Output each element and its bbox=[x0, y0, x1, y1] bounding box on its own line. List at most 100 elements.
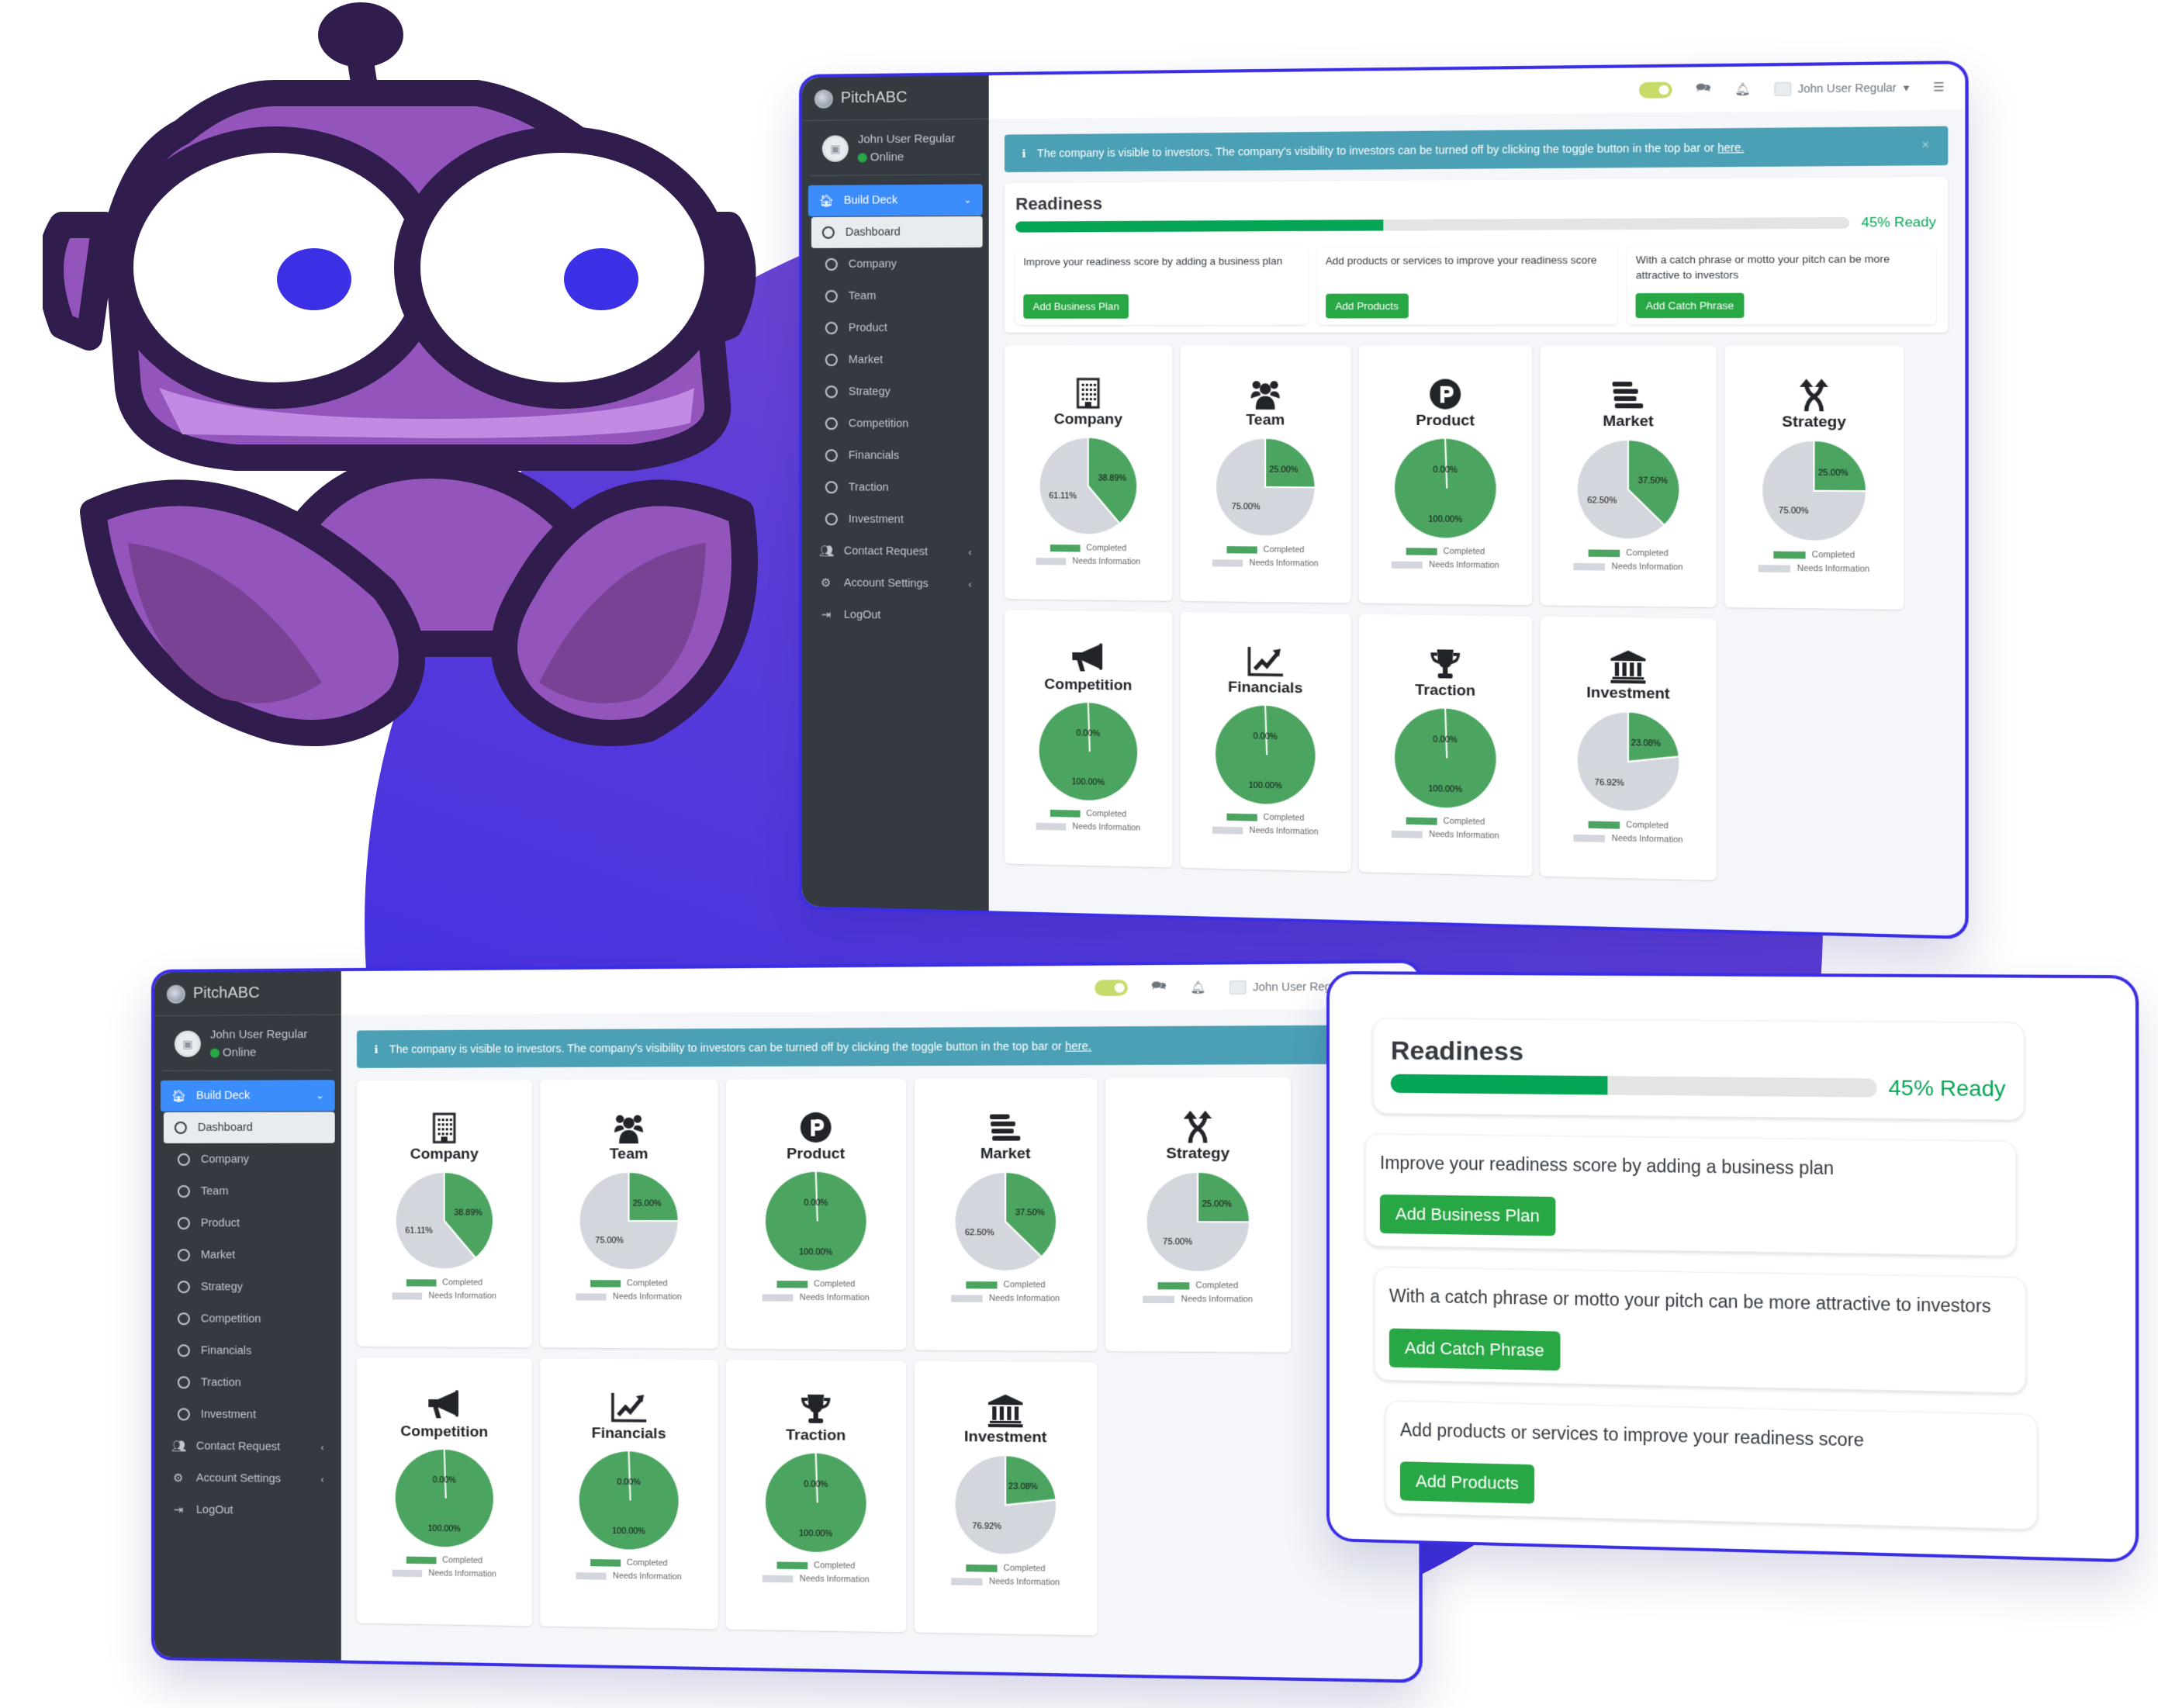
section-card-company[interactable]: Company 38.89% 61.11% Completed Needs Inform… bbox=[1004, 345, 1173, 601]
section-card-traction[interactable]: Traction 0.00% 100.00% Completed Needs Infor… bbox=[725, 1360, 907, 1633]
sidebar-item-contact-request[interactable]: 👥︎ Contact Request ‹ bbox=[161, 1430, 335, 1463]
chat-icon[interactable]: 🗪 bbox=[1151, 977, 1167, 997]
close-icon[interactable]: × bbox=[1921, 139, 1929, 154]
legend-item[interactable]: Needs Information bbox=[392, 1568, 496, 1579]
section-card-investment[interactable]: Investment 23.08% 76.92% Completed Needs Inf… bbox=[914, 1361, 1098, 1636]
sidebar-item-market[interactable]: Market bbox=[808, 344, 983, 375]
legend-item[interactable]: Completed bbox=[406, 1555, 482, 1565]
legend-item[interactable]: Completed bbox=[965, 1563, 1046, 1574]
bell-icon[interactable]: 🔔︎ bbox=[1190, 980, 1205, 994]
legend-item[interactable]: Needs Information bbox=[1036, 821, 1140, 833]
sidebar-item-team[interactable]: Team bbox=[808, 280, 983, 312]
sidebar-item-strategy[interactable]: Strategy bbox=[808, 376, 983, 408]
legend-item[interactable]: Needs Information bbox=[762, 1292, 870, 1302]
section-card-competition[interactable]: Competition 0.00% 100.00% Completed Needs In… bbox=[357, 1357, 533, 1627]
sidebar-item-market[interactable]: Market bbox=[161, 1240, 335, 1271]
section-card-strategy[interactable]: Strategy 25.00% 75.00% Completed Needs Infor… bbox=[1724, 345, 1904, 610]
sidebar-item-investment[interactable]: Investment bbox=[161, 1399, 335, 1431]
add-business-plan-button[interactable]: Add Business Plan bbox=[1379, 1195, 1556, 1236]
legend-item[interactable]: Completed bbox=[590, 1278, 668, 1288]
legend-item[interactable]: Completed bbox=[965, 1280, 1046, 1290]
legend-item[interactable]: Completed bbox=[590, 1558, 668, 1568]
legend-item[interactable]: Completed bbox=[1588, 819, 1669, 831]
legend-item[interactable]: Completed bbox=[1157, 1281, 1238, 1291]
sidebar-item-competition[interactable]: Competition bbox=[161, 1303, 335, 1335]
section-card-financials[interactable]: Financials 0.00% 100.00% Completed Needs Inf… bbox=[1180, 612, 1351, 872]
section-card-product[interactable]: Product 0.00% 100.00% Completed Needs Inform… bbox=[1358, 345, 1533, 606]
sidebar-item-product[interactable]: Product bbox=[808, 313, 983, 344]
section-card-team[interactable]: Team 25.00% 75.00% Completed Needs Informati… bbox=[1180, 345, 1351, 603]
sidebar-item-financials[interactable]: Financials bbox=[161, 1335, 335, 1367]
sidebar-item-traction[interactable]: Traction bbox=[808, 472, 983, 504]
chat-icon[interactable]: 🗪 bbox=[1696, 79, 1711, 99]
add-business-plan-button[interactable]: Add Business Plan bbox=[1023, 294, 1129, 319]
sidebar-item-logout[interactable]: ⇥ LogOut bbox=[808, 599, 983, 632]
legend-item[interactable]: Completed bbox=[1050, 808, 1126, 819]
sidebar-item-company[interactable]: Company bbox=[808, 248, 983, 280]
legend-item[interactable]: Needs Information bbox=[1143, 1295, 1253, 1305]
visibility-toggle[interactable] bbox=[1095, 980, 1128, 997]
legend-item[interactable]: Needs Information bbox=[1391, 829, 1499, 841]
sidebar-item-dashboard[interactable]: Dashboard bbox=[163, 1112, 335, 1143]
legend-item[interactable]: Needs Information bbox=[762, 1574, 870, 1585]
section-card-team[interactable]: Team 25.00% 75.00% Completed Needs Informati… bbox=[540, 1079, 718, 1349]
legend-item[interactable]: Completed bbox=[776, 1279, 855, 1289]
legend-item[interactable]: Completed bbox=[1050, 543, 1126, 553]
legend-item[interactable]: Needs Information bbox=[1758, 563, 1869, 574]
legend-item[interactable]: Completed bbox=[1406, 546, 1485, 557]
visibility-toggle[interactable] bbox=[1638, 81, 1672, 99]
sidebar-item-build-deck[interactable]: 🏠︎ Build Deck ⌄ bbox=[808, 184, 983, 216]
section-card-investment[interactable]: Investment 23.08% 76.92% Completed Needs Inf… bbox=[1540, 616, 1717, 880]
hamburger-menu-icon[interactable]: ☰ bbox=[1933, 80, 1945, 95]
sidebar-item-company[interactable]: Company bbox=[161, 1144, 335, 1175]
bell-icon[interactable]: 🔔︎ bbox=[1734, 81, 1751, 97]
section-card-financials[interactable]: Financials 0.00% 100.00% Completed Needs Inf… bbox=[540, 1358, 718, 1630]
sidebar-item-competition[interactable]: Competition bbox=[808, 408, 983, 440]
user-name[interactable]: John User Regular bbox=[210, 1028, 308, 1042]
sidebar-item-investment[interactable]: Investment bbox=[808, 503, 983, 536]
add-products-button[interactable]: Add Products bbox=[1325, 293, 1409, 319]
sidebar-item-logout[interactable]: ⇥ LogOut bbox=[161, 1494, 335, 1527]
legend-item[interactable]: Needs Information bbox=[1036, 556, 1140, 567]
legend-item[interactable]: Needs Information bbox=[392, 1291, 496, 1301]
legend-item[interactable]: Needs Information bbox=[576, 1291, 682, 1302]
sidebar-item-build-deck[interactable]: 🏠︎ Build Deck ⌄ bbox=[160, 1080, 335, 1112]
section-card-market[interactable]: Market 37.50% 62.50% Completed Needs Informa… bbox=[914, 1077, 1098, 1351]
sidebar-item-account-settings[interactable]: ⚙ Account Settings ‹ bbox=[161, 1462, 335, 1495]
legend-item[interactable]: Completed bbox=[406, 1278, 482, 1288]
legend-item[interactable]: Needs Information bbox=[951, 1576, 1060, 1588]
legend-item[interactable]: Completed bbox=[1226, 545, 1304, 555]
legend-item[interactable]: Needs Information bbox=[576, 1571, 682, 1582]
brand[interactable]: PitchABC bbox=[801, 75, 989, 121]
user-name[interactable]: John User Regular bbox=[858, 132, 956, 146]
section-card-market[interactable]: Market 37.50% 62.50% Completed Needs Informa… bbox=[1540, 345, 1717, 607]
legend-item[interactable]: Completed bbox=[1406, 815, 1485, 827]
legend-item[interactable]: Completed bbox=[776, 1560, 855, 1571]
brand[interactable]: PitchABC bbox=[154, 971, 341, 1016]
add-catch-phrase-button[interactable]: Add Catch Phrase bbox=[1635, 292, 1745, 319]
sidebar-item-financials[interactable]: Financials bbox=[808, 440, 983, 472]
legend-item[interactable]: Needs Information bbox=[1212, 558, 1319, 569]
legend-item[interactable]: Needs Information bbox=[1573, 833, 1683, 845]
add-products-button[interactable]: Add Products bbox=[1399, 1461, 1535, 1504]
section-card-strategy[interactable]: Strategy 25.00% 75.00% Completed Needs Infor… bbox=[1105, 1077, 1291, 1353]
sidebar-item-traction[interactable]: Traction bbox=[161, 1367, 335, 1399]
legend-item[interactable]: Completed bbox=[1226, 812, 1304, 823]
legend-item[interactable]: Completed bbox=[1772, 550, 1855, 560]
sidebar-item-dashboard[interactable]: Dashboard bbox=[811, 216, 983, 248]
sidebar-item-team[interactable]: Team bbox=[161, 1176, 335, 1207]
sidebar-item-account-settings[interactable]: ⚙ Account Settings ‹ bbox=[808, 567, 983, 600]
legend-item[interactable]: Completed bbox=[1588, 548, 1669, 558]
section-card-company[interactable]: Company 38.89% 61.11% Completed Needs Inform… bbox=[357, 1080, 533, 1348]
sidebar-item-product[interactable]: Product bbox=[161, 1208, 335, 1240]
section-card-competition[interactable]: Competition 0.00% 100.00% Completed Needs In… bbox=[1004, 610, 1173, 868]
section-card-product[interactable]: Product 0.00% 100.00% Completed Needs Inform… bbox=[725, 1078, 907, 1350]
legend-item[interactable]: Needs Information bbox=[1391, 560, 1499, 570]
sidebar-item-strategy[interactable]: Strategy bbox=[161, 1271, 335, 1303]
user-menu[interactable]: John User Regular ▾ bbox=[1774, 81, 1909, 96]
legend-item[interactable]: Needs Information bbox=[951, 1293, 1060, 1303]
section-card-traction[interactable]: Traction 0.00% 100.00% Completed Needs Infor… bbox=[1358, 614, 1533, 876]
sidebar-item-contact-request[interactable]: 👥︎ Contact Request ‹ bbox=[808, 535, 983, 568]
legend-item[interactable]: Needs Information bbox=[1573, 562, 1683, 572]
add-catch-phrase-button[interactable]: Add Catch Phrase bbox=[1389, 1328, 1561, 1371]
